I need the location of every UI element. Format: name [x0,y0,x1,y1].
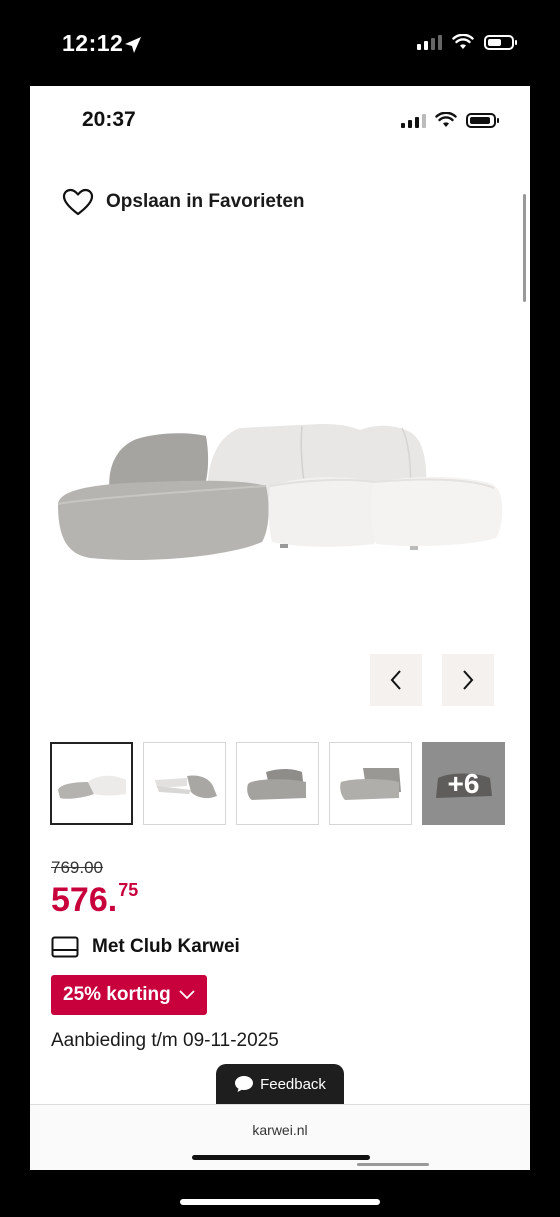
signal-icon [401,112,426,128]
browser-url-bar[interactable]: karwei.nl [30,1104,530,1170]
location-arrow-icon [125,37,141,53]
more-images-count: +6 [447,767,480,799]
club-karwei-row: Met Club Karwei [51,936,240,958]
sofa-thumb-image [57,775,126,799]
wifi-icon [435,112,457,127]
browser-screenshot: 20:37 Opslaan in Favorieten +6 769.00 57… [30,86,530,1170]
sofa-thumb-image [154,774,217,798]
discount-toggle-button[interactable]: 25% korting [51,975,207,1015]
signal-icon [417,34,442,50]
offer-validity-text: Aanbieding t/m 09-11-2025 [51,1030,279,1051]
inner-time: 20:37 [82,108,136,131]
gallery-next-button[interactable] [442,654,494,706]
feedback-label: Feedback [260,1075,326,1093]
card-icon [51,936,79,958]
save-favorite-label: Opslaan in Favorieten [106,191,305,212]
thumbnail-more[interactable]: +6 [422,742,505,825]
save-favorite-button[interactable]: Opslaan in Favorieten [62,188,305,216]
device-time: 12:12 [62,30,124,56]
device-home-indicator[interactable] [180,1199,380,1205]
heart-icon [62,188,94,216]
inner-scroll-indicator [357,1163,429,1166]
old-price: 769.00 [51,858,103,877]
inner-status-bar: 20:37 [30,86,530,156]
price-cents: 75 [118,880,139,900]
thumbnail-2[interactable] [143,742,226,825]
club-karwei-label: Met Club Karwei [92,936,240,957]
battery-icon [466,112,499,128]
sofa-thumb-image [339,767,401,800]
speech-bubble-icon [235,1076,254,1092]
thumbnail-strip: +6 [50,742,505,825]
device-status-bar: 12:12 [0,0,560,88]
scrollbar[interactable] [523,194,526,302]
sofa-thumb-image [246,768,306,800]
chevron-right-icon [463,670,474,690]
price-main: 576. [51,881,118,919]
battery-icon [484,34,517,50]
gallery-prev-button[interactable] [370,654,422,706]
chevron-down-icon [179,990,195,1000]
wifi-icon [452,34,474,49]
thumbnail-3[interactable] [236,742,319,825]
thumbnail-1[interactable] [50,742,133,825]
url-text: karwei.nl [252,1122,308,1138]
feedback-button[interactable]: Feedback [216,1064,344,1104]
product-image[interactable] [30,386,530,586]
current-price: 576. 75 [51,878,138,922]
thumbnail-4[interactable] [329,742,412,825]
chevron-left-icon [390,670,401,690]
discount-label: 25% korting [63,984,171,1005]
inner-home-indicator [192,1155,370,1160]
